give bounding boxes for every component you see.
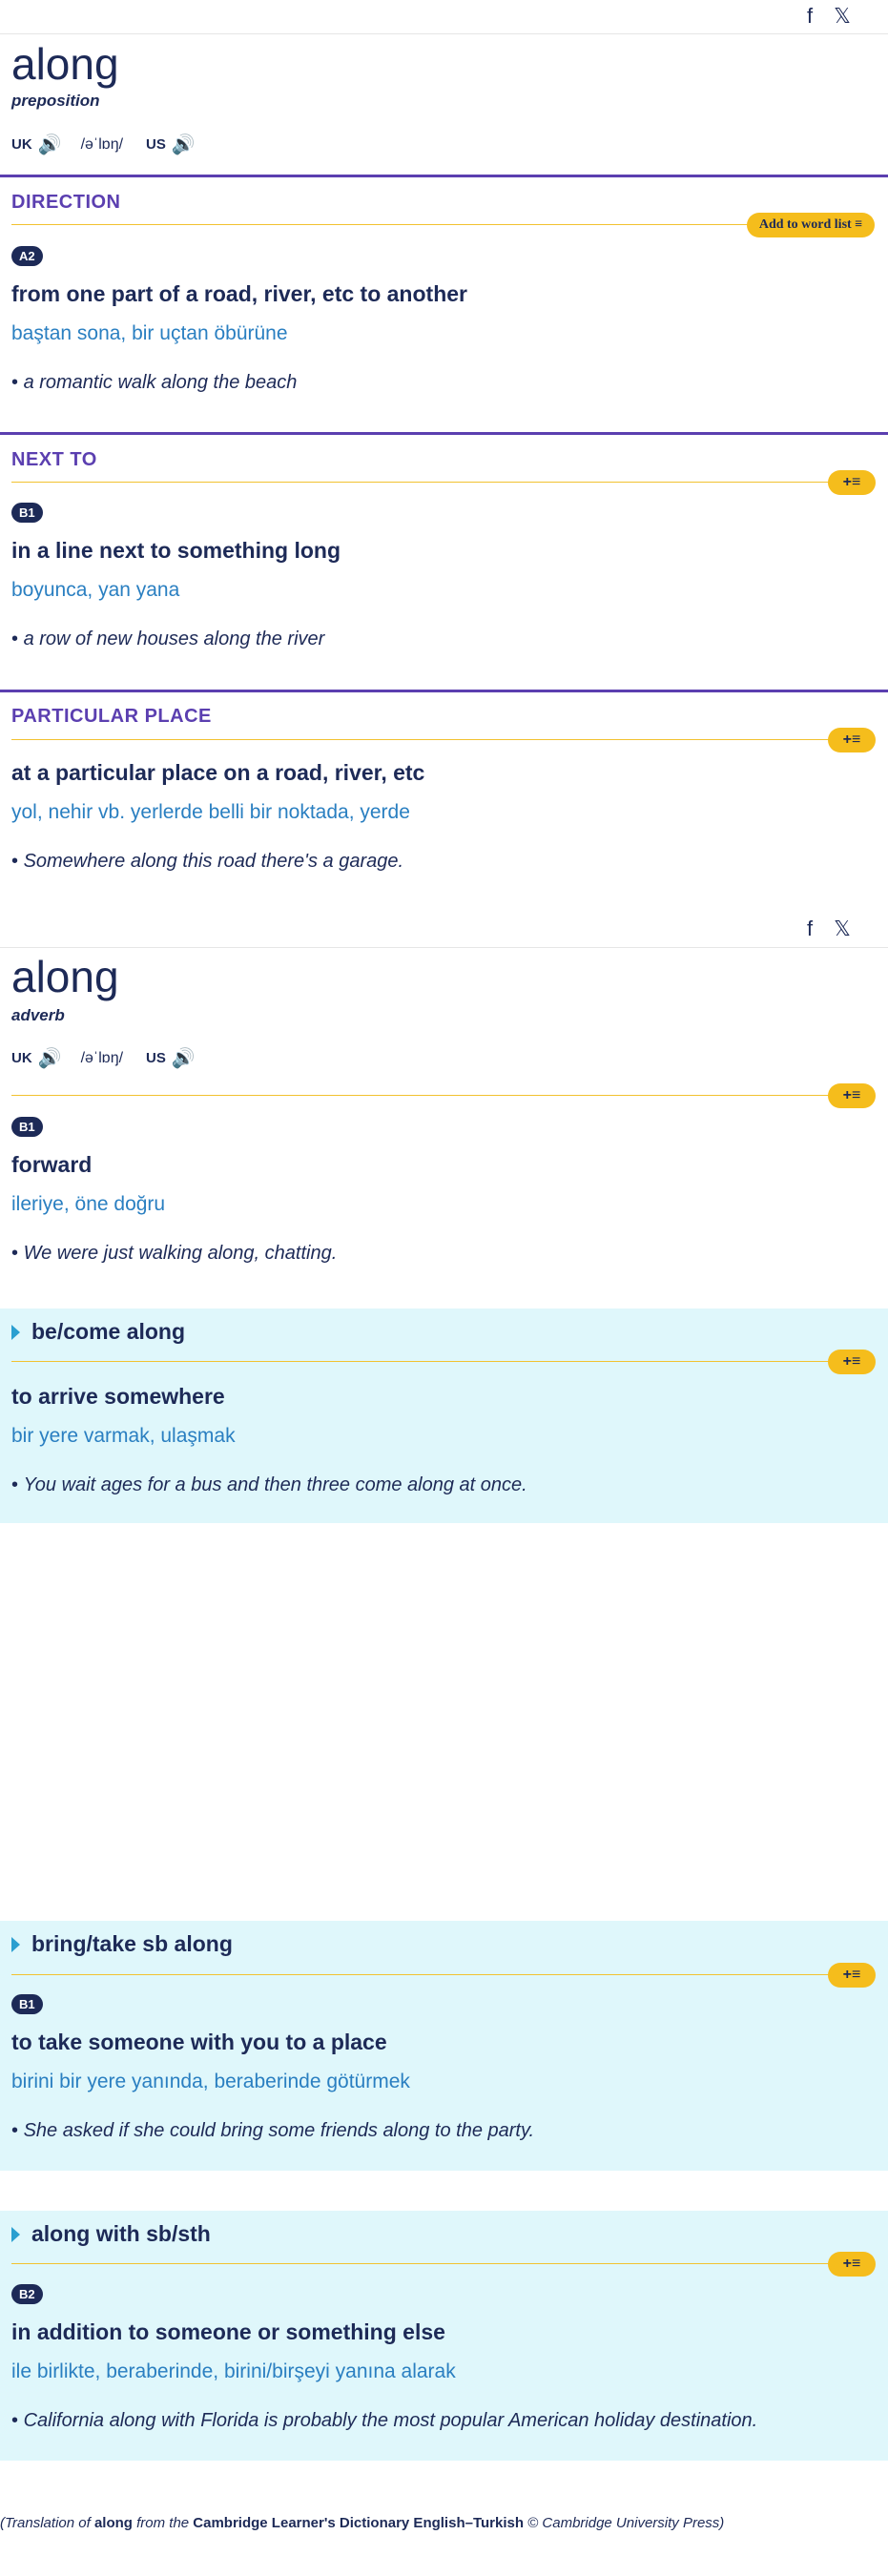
phrase-title[interactable]: bring/take sb along: [11, 1931, 233, 1957]
us-speaker-icon[interactable]: 🔊: [172, 133, 196, 156]
add-to-word-list-button[interactable]: +≡: [828, 2252, 876, 2277]
uk-label: UK: [11, 136, 32, 153]
yellow-rule: [11, 482, 832, 483]
expand-triangle-icon: [11, 1936, 20, 1952]
definition: from one part of a road, river, etc to a…: [11, 281, 467, 306]
translation: birini bir yere yanında, beraberinde göt…: [11, 2071, 410, 2092]
example: You wait ages for a bus and then three c…: [11, 1474, 527, 1496]
level-badge: B1: [11, 503, 43, 523]
phrase-title-text: bring/take sb along: [31, 1931, 233, 1956]
section-divider: [0, 690, 888, 692]
example: a romantic walk along the beach: [11, 372, 298, 394]
translation: ile birlikte, beraberinde, birini/birşey…: [11, 2360, 456, 2382]
definition: to take someone with you to a place: [11, 2030, 387, 2054]
attribution-suffix: © Cambridge University Press): [524, 2515, 725, 2531]
translation: ileriye, öne doğru: [11, 1193, 166, 1215]
part-of-speech: preposition: [11, 92, 100, 110]
facebook-icon[interactable]: f: [807, 4, 813, 29]
example: a row of new houses along the river: [11, 629, 325, 650]
level-badge: A2: [11, 246, 43, 266]
guideword-next-to: NEXT TO: [11, 449, 97, 470]
add-to-word-list-button[interactable]: +≡: [828, 728, 876, 752]
attribution: (Translation of along from the Cambridge…: [0, 2515, 724, 2531]
definition: at a particular place on a road, river, …: [11, 760, 425, 785]
divider: [0, 33, 888, 34]
us-speaker-icon[interactable]: 🔊: [172, 1046, 196, 1070]
guideword-particular-place: PARTICULAR PLACE: [11, 706, 212, 727]
definition: to arrive somewhere: [11, 1384, 225, 1409]
us-label: US: [146, 136, 166, 153]
translation: baştan sona, bir uçtan öbürüne: [11, 322, 288, 344]
translation: boyunca, yan yana: [11, 579, 180, 601]
uk-speaker-icon[interactable]: 🔊: [38, 1046, 62, 1070]
phrase-title-text: along with sb/sth: [31, 2221, 211, 2246]
attribution-prefix: (Translation of: [0, 2515, 94, 2531]
add-to-word-list-button[interactable]: +≡: [828, 470, 876, 495]
level-badge: B1: [11, 1117, 43, 1137]
level-badge: B2: [11, 2284, 43, 2304]
level-badge: B1: [11, 1994, 43, 2014]
example: California along with Florida is probabl…: [11, 2410, 758, 2432]
translation: yol, nehir vb. yerlerde belli bir noktad…: [11, 801, 410, 823]
uk-speaker-icon[interactable]: 🔊: [38, 133, 62, 156]
guideword-direction: DIRECTION: [11, 192, 121, 213]
pronunciation: UK 🔊 /əˈlɒŋ/ US 🔊: [11, 1046, 196, 1070]
us-label: US: [146, 1050, 166, 1066]
phrase-title-text: be/come along: [31, 1319, 186, 1344]
definition: in a line next to something long: [11, 538, 341, 563]
yellow-rule: [11, 1361, 832, 1362]
facebook-icon[interactable]: f: [807, 917, 813, 941]
yellow-rule: [11, 739, 832, 740]
headword: along: [11, 952, 119, 1001]
example: We were just walking along, chatting.: [11, 1243, 338, 1265]
attribution-dictionary[interactable]: Cambridge Learner's Dictionary English–T…: [193, 2515, 524, 2531]
translation: bir yere varmak, ulaşmak: [11, 1425, 236, 1447]
phrase-title[interactable]: be/come along: [11, 1319, 185, 1345]
yellow-rule: [11, 2263, 832, 2264]
attribution-word[interactable]: along: [94, 2515, 133, 2531]
pronunciation: UK 🔊 /əˈlɒŋ/ US 🔊: [11, 133, 196, 156]
headword: along: [11, 39, 119, 89]
yellow-rule: [11, 1974, 832, 1975]
phrase-title[interactable]: along with sb/sth: [11, 2221, 211, 2247]
definition: forward: [11, 1152, 93, 1177]
add-to-word-list-button[interactable]: +≡: [828, 1083, 876, 1108]
x-twitter-icon[interactable]: 𝕏: [834, 917, 851, 941]
example: Somewhere along this road there's a gara…: [11, 851, 404, 873]
yellow-rule: [11, 224, 832, 225]
yellow-rule: [11, 1095, 832, 1096]
add-to-word-list-button[interactable]: +≡: [828, 1963, 876, 1988]
divider: [0, 947, 888, 948]
definition: in addition to someone or something else: [11, 2319, 445, 2344]
x-twitter-icon[interactable]: 𝕏: [834, 4, 851, 29]
list-icon: ≡: [855, 217, 863, 232]
share-buttons: f 𝕏: [807, 4, 851, 29]
ipa: /əˈlɒŋ/: [80, 135, 124, 153]
ipa: /əˈlɒŋ/: [80, 1049, 124, 1066]
section-divider: [0, 175, 888, 177]
expand-triangle-icon: [11, 2226, 20, 2242]
attribution-middle: from the: [132, 2515, 194, 2531]
expand-triangle-icon: [11, 1324, 20, 1340]
share-buttons: f 𝕏: [807, 917, 851, 941]
add-to-word-list-button[interactable]: Add to word list ≡: [747, 213, 875, 237]
add-to-word-list-label: Add to word list: [758, 217, 852, 232]
example: She asked if she could bring some friend…: [11, 2120, 535, 2142]
add-to-word-list-button[interactable]: +≡: [828, 1350, 876, 1374]
section-divider: [0, 432, 888, 435]
part-of-speech: adverb: [11, 1006, 65, 1024]
uk-label: UK: [11, 1050, 32, 1066]
